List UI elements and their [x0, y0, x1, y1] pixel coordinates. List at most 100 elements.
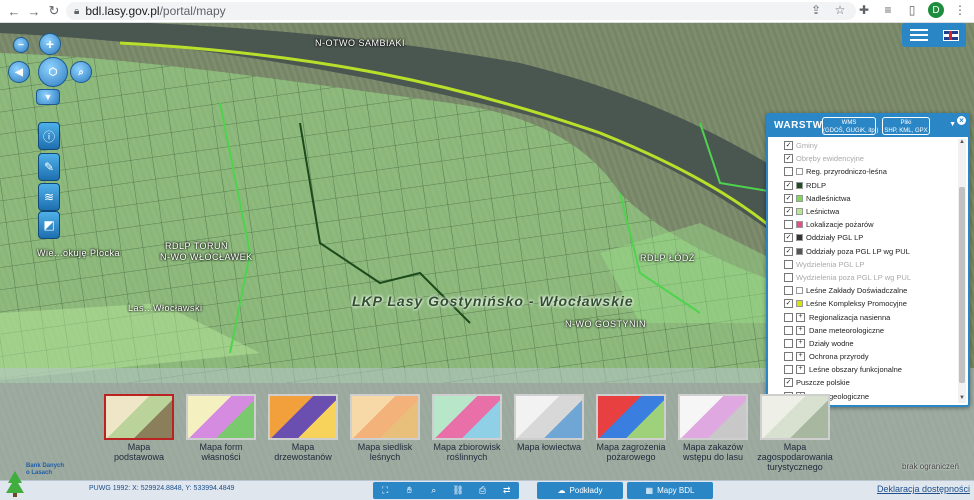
layer-checkbox[interactable]: ✓	[784, 207, 793, 217]
basemap-thumbnail[interactable]	[186, 394, 256, 440]
hand-pan-icon[interactable]: ✋︎	[402, 485, 416, 497]
pan-down-icon[interactable]: ▼	[36, 89, 60, 105]
basemap-label[interactable]: Mapa łowiectwa	[504, 442, 594, 452]
layer-checkbox[interactable]	[784, 286, 793, 296]
basemap-thumbnail[interactable]	[760, 394, 830, 440]
search-icon[interactable]: ⌕	[427, 485, 441, 497]
layer-row[interactable]: Lokalizacje pożarów	[768, 218, 956, 231]
expand-icon[interactable]: +	[796, 312, 805, 322]
info-icon[interactable]: ⓘ	[38, 122, 60, 150]
accessibility-link[interactable]: Deklaracja dostępności	[877, 484, 970, 494]
basemap-label[interactable]: Mapa form własności	[176, 442, 266, 462]
basemap-thumbnail[interactable]	[432, 394, 502, 440]
layer-checkbox[interactable]	[784, 338, 793, 348]
layer-row[interactable]: ✓ Leśne Kompleksy Promocyjne	[768, 297, 956, 310]
basemap-label[interactable]: Mapa zagrożenia pożarowego	[586, 442, 676, 462]
pan-left-icon[interactable]: ◀	[8, 61, 30, 83]
layer-row[interactable]: ✓ Oddziały poza PGL LP wg PUL	[768, 245, 956, 258]
layer-row[interactable]: Leśne Zakłady Doświadczalne	[768, 284, 956, 297]
basemap-label[interactable]: Mapa drzewostanów	[258, 442, 348, 462]
layer-checkbox[interactable]: ✓	[784, 193, 793, 203]
layer-row[interactable]: + Dane meteorologiczne	[768, 324, 956, 337]
layer-row[interactable]: ✓ Nadleśnictwa	[768, 192, 956, 205]
basemaps-button[interactable]: ☁ Podkłady	[537, 482, 623, 499]
expand-icon[interactable]: +	[796, 338, 805, 348]
layer-row[interactable]: ✓ RDLP	[768, 179, 956, 192]
basemap-thumbnail[interactable]	[514, 394, 584, 440]
link-icon[interactable]: ⛓	[451, 485, 465, 497]
menu-icon[interactable]	[909, 29, 928, 41]
layer-row[interactable]: + Regionalizacja nasienna	[768, 310, 956, 323]
layer-checkbox[interactable]: ✓	[784, 233, 793, 243]
basemap-label[interactable]: Mapa zbiorowisk roślinnych	[422, 442, 512, 462]
layers-stack-icon[interactable]: ≋	[38, 183, 60, 211]
side-panel-icon[interactable]: ▯	[904, 2, 920, 18]
close-icon[interactable]: ×	[957, 116, 966, 125]
scroll-up-icon[interactable]: ▲	[958, 139, 966, 147]
extensions-icon[interactable]: ✚	[856, 2, 872, 18]
wms-button[interactable]: WMS (GDOŚ, GUGiK, itp.)	[822, 117, 878, 135]
layer-checkbox[interactable]: ✓	[784, 154, 793, 164]
zoom-in-icon[interactable]: +	[39, 33, 61, 55]
basemap-thumbnail[interactable]	[104, 394, 174, 440]
bookmark-star-icon[interactable]: ☆	[832, 2, 848, 18]
kebab-menu-icon[interactable]: ⋮	[952, 2, 968, 18]
measure-icon[interactable]: ✎	[38, 153, 60, 181]
print-icon[interactable]: ⎙	[475, 485, 489, 497]
reading-list-icon[interactable]: ≡	[880, 2, 896, 18]
layer-checkbox[interactable]	[784, 259, 793, 269]
zoom-out-icon[interactable]: −	[13, 37, 29, 53]
layer-row[interactable]: ✓ Oddziały PGL LP	[768, 231, 956, 244]
layer-row[interactable]: ✓ Obręby ewidencyjne	[768, 152, 956, 165]
profile-avatar[interactable]: D	[928, 2, 944, 18]
layer-checkbox[interactable]	[784, 365, 793, 375]
layer-checkbox[interactable]	[784, 325, 793, 335]
search-zoom-icon[interactable]: ⌕	[70, 61, 92, 83]
expand-icon[interactable]: +	[796, 325, 805, 335]
map-region-icon[interactable]: ◩	[38, 211, 60, 239]
reload-icon[interactable]: ↻	[44, 1, 64, 21]
map-label-gostynin: N-WO GOSTYNIN	[565, 319, 646, 329]
layer-row[interactable]: + Działy wodne	[768, 337, 956, 350]
basemap-thumbnail[interactable]	[678, 394, 748, 440]
layer-checkbox[interactable]	[784, 220, 793, 230]
layer-row[interactable]: Reg. przyrodniczo-leśna	[768, 165, 956, 178]
layer-row[interactable]: Wydzielenia poza PGL LP wg PUL	[768, 271, 956, 284]
layer-row[interactable]: ✓ Gminy	[768, 139, 956, 152]
layer-checkbox[interactable]	[784, 312, 793, 322]
basemap-label[interactable]: Mapa siedlisk leśnych	[340, 442, 430, 462]
layers-scrollbar[interactable]: ▲ ▼	[958, 139, 966, 403]
layer-checkbox[interactable]: ✓	[784, 180, 793, 190]
layer-checkbox[interactable]	[784, 272, 793, 282]
expand-icon[interactable]: +	[796, 352, 805, 362]
files-button[interactable]: Pliki SHP, KML, GPX	[882, 117, 930, 135]
share-icon[interactable]: ⇪	[808, 2, 824, 18]
layer-checkbox[interactable]	[784, 352, 793, 362]
layer-checkbox[interactable]: ✓	[784, 299, 793, 309]
share-icon[interactable]: ⇄	[500, 485, 514, 497]
forward-icon[interactable]: →	[24, 1, 44, 21]
expand-icon[interactable]: +	[796, 365, 805, 375]
layer-checkbox[interactable]: ✓	[784, 246, 793, 256]
collapse-icon[interactable]: ▼	[949, 121, 956, 128]
basemap-label[interactable]: Mapa zagospodarowania turystycznego	[750, 442, 840, 472]
fullscreen-icon[interactable]: ⛶	[378, 485, 392, 497]
uk-flag-icon[interactable]	[942, 29, 959, 41]
home-extent-icon[interactable]: ⬡	[38, 57, 68, 87]
basemap-label[interactable]: Mapa zakazów wstępu do lasu	[668, 442, 758, 462]
scroll-thumb[interactable]	[959, 187, 965, 383]
layer-checkbox[interactable]: ✓	[784, 141, 793, 151]
layer-row[interactable]: ✓ Leśnictwa	[768, 205, 956, 218]
bdl-logo[interactable]: Bank Danych o Lasach	[4, 463, 64, 500]
basemap-thumbnail[interactable]	[350, 394, 420, 440]
basemap-label[interactable]: Mapa podstawowa	[94, 442, 184, 462]
basemap-thumbnail[interactable]	[596, 394, 666, 440]
layer-row[interactable]: + Ochrona przyrody	[768, 350, 956, 363]
layer-checkbox[interactable]	[784, 167, 793, 177]
basemap-thumbnail[interactable]	[268, 394, 338, 440]
layer-row[interactable]: Wydzielenia PGL LP	[768, 258, 956, 271]
layer-row[interactable]: + Leśne obszary funkcjonalne	[768, 363, 956, 376]
bdl-maps-button[interactable]: ▦ Mapy BDL	[627, 482, 713, 499]
address-bar[interactable]: 🔒︎ bdl.lasy.gov.pl/portal/mapy	[66, 2, 856, 20]
back-icon[interactable]: ←	[4, 1, 24, 21]
